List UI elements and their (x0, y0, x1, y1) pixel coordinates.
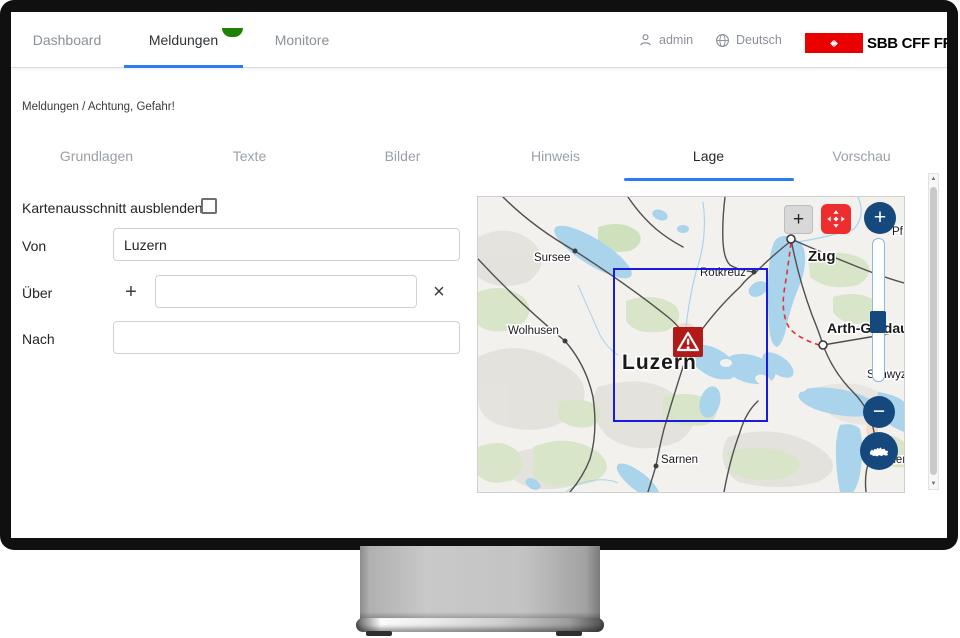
ueber-label: Über (22, 285, 52, 301)
plus-icon: + (874, 206, 886, 230)
hide-map-label: Kartenausschnitt ausblenden (22, 200, 203, 216)
sbb-arrows-icon (821, 37, 847, 50)
plus-icon: + (793, 209, 804, 231)
zoom-slider-handle[interactable] (870, 311, 886, 333)
language-label: Deutsch (736, 33, 782, 47)
label-pf: Pf (892, 226, 904, 238)
monitor-foot-left (366, 631, 392, 636)
breadcrumb: Meldungen / Achtung, Gefahr! (22, 101, 175, 113)
sbb-logo (805, 33, 863, 53)
zoom-out-button[interactable]: − (863, 396, 895, 428)
tab-bar: Grundlagen Texte Bilder Hinweis Lage Vor… (20, 140, 938, 172)
active-nav-underline (124, 65, 243, 68)
add-via-button[interactable]: + (119, 280, 143, 304)
brand-text: SBB CFF FFS (867, 35, 947, 52)
nav-item-meldungen[interactable]: Meldungen (124, 12, 243, 68)
minus-icon: − (873, 400, 885, 424)
tab-grundlagen[interactable]: Grundlagen (20, 140, 173, 172)
tab-lage[interactable]: Lage (632, 140, 785, 172)
user-icon (638, 32, 653, 48)
monitor-foot-right (556, 631, 582, 636)
home-extent-button[interactable] (860, 432, 898, 470)
hide-map-checkbox[interactable] (201, 198, 217, 214)
label-arth-goldau: Arth-Goldau (827, 320, 904, 336)
nav-item-dashboard[interactable]: Dashboard (37, 12, 97, 68)
von-label: Von (22, 238, 46, 254)
close-icon: × (433, 281, 445, 304)
language-menu[interactable]: Deutsch (715, 12, 782, 68)
scroll-up-icon[interactable]: ▲ (929, 176, 938, 182)
zoom-in-button[interactable]: + (864, 202, 896, 234)
user-name: admin (659, 33, 693, 47)
von-input[interactable] (113, 228, 460, 261)
active-tab-underline (624, 178, 794, 181)
move-icon (826, 209, 846, 229)
app-screen: Dashboard Meldungen Monitore admin Deuts… (11, 12, 947, 538)
nav-meldungen-label: Meldungen (149, 32, 218, 48)
label-sarnen: Sarnen (661, 454, 698, 466)
overview-map-button[interactable]: + (784, 205, 813, 234)
tab-texte[interactable]: Texte (173, 140, 326, 172)
globe-icon (715, 33, 730, 48)
notification-badge (222, 28, 243, 37)
label-zug: Zug (808, 248, 836, 265)
nach-label: Nach (22, 331, 55, 347)
label-wolhusen: Wolhusen (508, 325, 559, 337)
content-scrollbar[interactable]: ▲ ▼ (928, 173, 939, 490)
scrollbar-thumb[interactable] (930, 187, 937, 475)
clear-via-button[interactable]: × (427, 280, 451, 304)
plus-icon: + (125, 281, 137, 304)
switzerland-icon (868, 444, 890, 459)
user-menu[interactable]: admin (638, 12, 693, 68)
scroll-down-icon[interactable]: ▼ (929, 481, 938, 487)
tab-hinweis[interactable]: Hinweis (479, 140, 632, 172)
label-sursee: Sursee (534, 252, 570, 264)
tab-bilder[interactable]: Bilder (326, 140, 479, 172)
ueber-input[interactable] (155, 275, 417, 308)
nach-input[interactable] (113, 321, 460, 354)
map-terrain: Sursee Wolhusen Rotkreuz Zug Arth-Goldau… (478, 197, 904, 492)
pan-mode-button[interactable] (821, 204, 851, 234)
app-header: Dashboard Meldungen Monitore admin Deuts… (11, 12, 947, 68)
monitor-base (356, 618, 604, 632)
monitor-stand (360, 546, 600, 620)
warning-marker-icon[interactable] (673, 327, 703, 357)
nav-monitore-label: Monitore (275, 32, 329, 48)
zoom-slider-track[interactable] (872, 238, 885, 382)
map-canvas[interactable]: Sursee Wolhusen Rotkreuz Zug Arth-Goldau… (477, 196, 905, 493)
tab-vorschau[interactable]: Vorschau (785, 140, 938, 172)
nav-dashboard-label: Dashboard (33, 32, 102, 48)
nav-item-monitore[interactable]: Monitore (266, 12, 338, 68)
